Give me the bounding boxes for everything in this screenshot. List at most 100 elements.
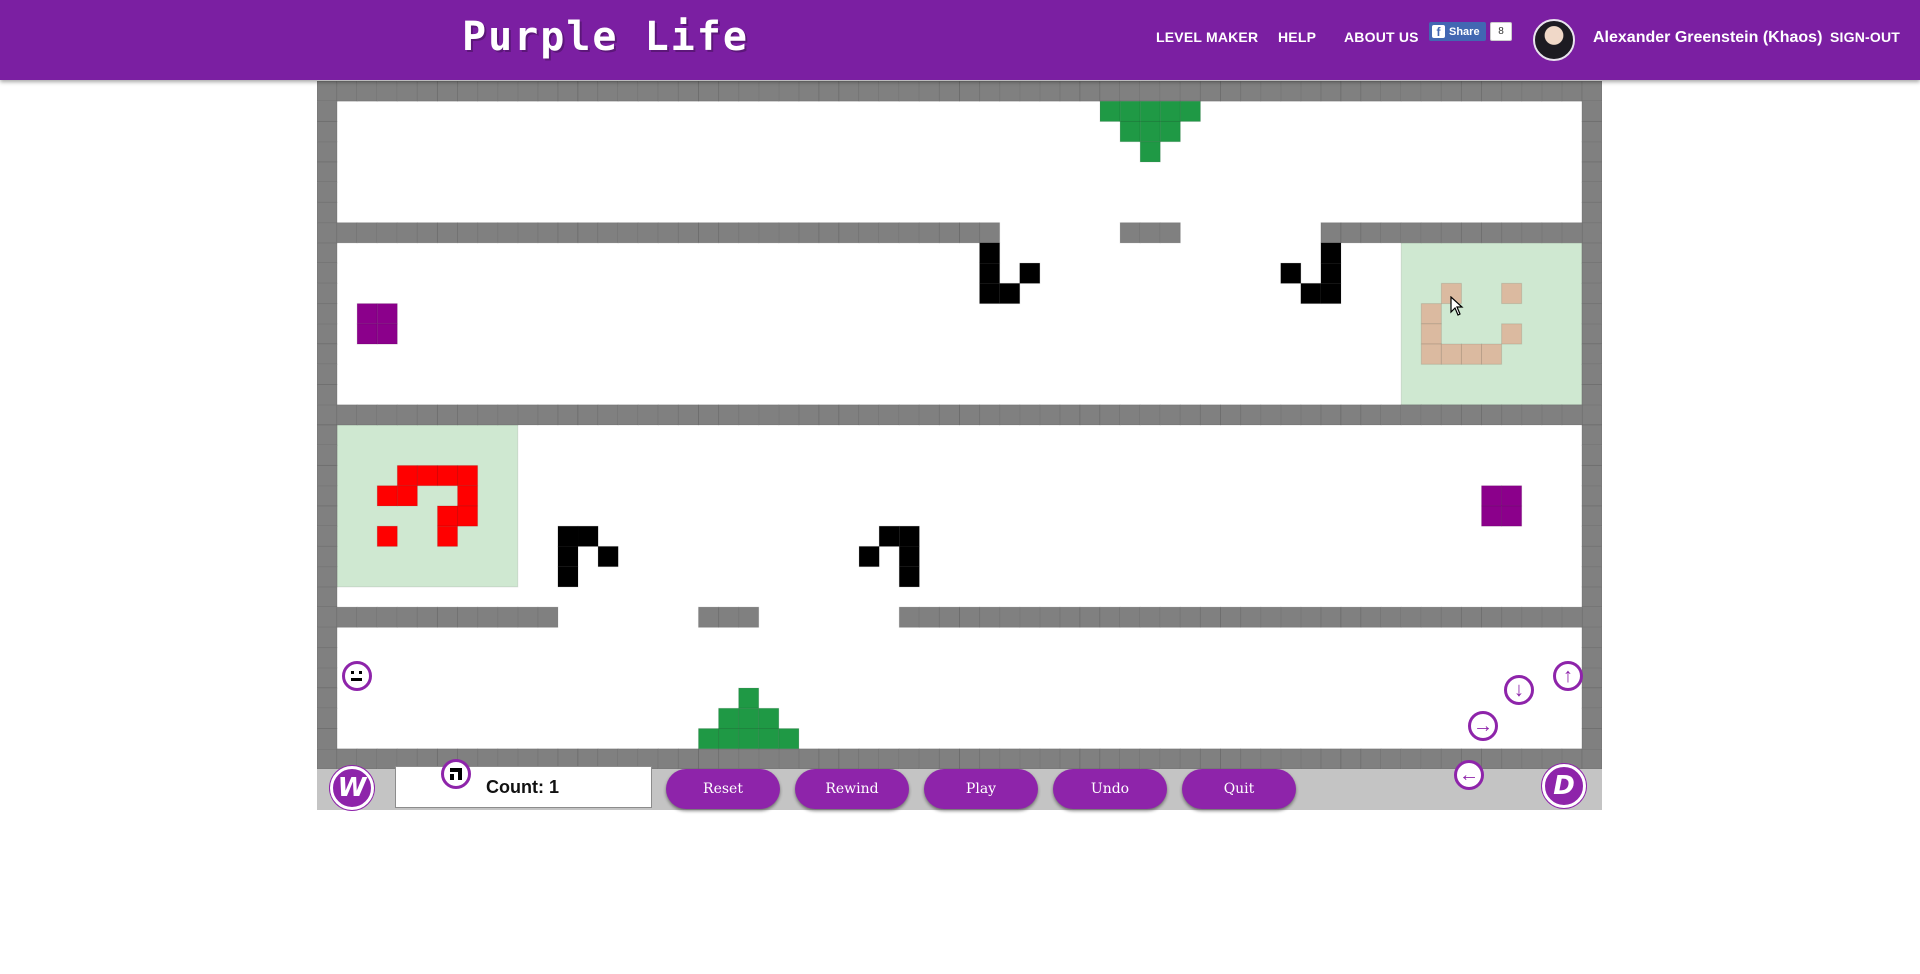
sign-out-link[interactable]: SIGN-OUT	[1830, 29, 1900, 45]
target-red-cell	[396, 464, 418, 487]
live-cell	[979, 242, 1001, 264]
wall-cell	[1440, 606, 1462, 628]
live-cell	[1019, 262, 1041, 284]
live-cell	[898, 525, 920, 547]
wall-cell	[376, 222, 398, 244]
wall-cell	[1139, 222, 1161, 244]
game-grid[interactable]	[317, 81, 1602, 769]
wall-cell	[396, 81, 418, 102]
wall-cell	[317, 161, 338, 183]
wall-cell	[1400, 404, 1422, 426]
wall-cell	[798, 748, 820, 769]
player-block	[1501, 485, 1523, 507]
wall-cell	[878, 222, 900, 244]
wall-cell	[718, 222, 740, 244]
wall-cell	[1581, 687, 1602, 709]
arrow-down-button[interactable]: ↓	[1504, 675, 1534, 705]
wall-cell	[1019, 81, 1041, 102]
user-name[interactable]: Alexander Greenstein (Khaos)	[1593, 29, 1822, 47]
wall-cell	[738, 404, 760, 426]
wall-cell	[1340, 81, 1362, 102]
nav-about-us[interactable]: ABOUT US	[1344, 29, 1419, 45]
direction-d-button[interactable]: D	[1542, 764, 1586, 808]
rewind-button[interactable]: Rewind	[795, 769, 909, 809]
nav-level-maker[interactable]: LEVEL MAKER	[1156, 29, 1258, 45]
counter-token-icon[interactable]	[441, 759, 471, 789]
target-red-cell	[457, 505, 479, 527]
arrow-down-icon: ↓	[1514, 679, 1524, 701]
wall-cell	[1240, 404, 1262, 426]
nav-help[interactable]: HELP	[1278, 29, 1316, 45]
wall-cell	[577, 81, 599, 102]
wall-cell	[818, 222, 840, 244]
wall-cell	[376, 404, 398, 426]
wall-cell	[758, 748, 780, 769]
wall-cell	[1581, 363, 1602, 386]
wall-cell	[1039, 748, 1061, 769]
wall-cell	[317, 707, 338, 730]
wall-cell	[1199, 404, 1222, 426]
arrow-left-button[interactable]: ←	[1454, 760, 1484, 790]
wall-cell	[878, 404, 900, 426]
wall-cell	[477, 81, 499, 102]
wall-cell	[517, 606, 539, 628]
arrow-right-button[interactable]: →	[1468, 711, 1498, 741]
wall-cell	[317, 626, 338, 649]
wall-cell	[918, 606, 940, 628]
target-tan-cell	[1440, 343, 1462, 365]
face-token-icon[interactable]	[342, 661, 372, 691]
green-spawner-bottom-cell	[697, 728, 720, 750]
site-logo[interactable]: Purple Life	[462, 14, 749, 60]
wall-cell	[958, 222, 981, 244]
wall-cell	[1280, 748, 1302, 769]
reset-button[interactable]: Reset	[666, 769, 780, 809]
wall-cell	[436, 81, 459, 102]
wall-cell	[1581, 545, 1602, 568]
wall-cell	[1340, 404, 1362, 426]
wall-cell	[1581, 728, 1602, 750]
wall-cell	[317, 100, 338, 122]
wall-cell	[858, 222, 880, 244]
wall-cell	[457, 81, 479, 102]
wall-cell	[1541, 81, 1563, 102]
wall-cell	[718, 748, 740, 769]
avatar[interactable]	[1533, 19, 1575, 61]
step-counter: Count: 1	[395, 759, 652, 808]
wall-cell	[778, 748, 800, 769]
wall-cell	[1340, 222, 1362, 244]
wall-cell	[858, 404, 880, 426]
wall-cell	[898, 404, 920, 426]
wall-cell	[999, 606, 1021, 628]
undo-button[interactable]: Undo	[1053, 769, 1167, 809]
player-block	[1481, 505, 1503, 527]
top-navbar: Purple Life LEVEL MAKER HELP ABOUT US f …	[0, 0, 1920, 80]
wall-cell	[317, 545, 338, 568]
wall-cell	[697, 748, 720, 769]
wall-cell	[1260, 606, 1282, 628]
live-cell	[999, 282, 1021, 305]
wall-cell	[537, 81, 559, 102]
wall-cell	[317, 525, 338, 547]
wall-cell	[577, 404, 599, 426]
wall-cell	[898, 748, 920, 769]
wall-cell	[697, 606, 720, 628]
play-button[interactable]: Play	[924, 769, 1038, 809]
wall-cell	[317, 323, 338, 345]
wall-cell	[918, 222, 940, 244]
target-red-cell	[376, 525, 398, 547]
wall-cell	[416, 222, 438, 244]
wall-cell	[436, 404, 459, 426]
wall-cell	[1039, 81, 1061, 102]
wall-cell	[1501, 222, 1523, 244]
quit-button[interactable]: Quit	[1182, 769, 1296, 809]
wall-cell	[1501, 606, 1523, 628]
wall-cell	[317, 201, 338, 224]
wall-cell	[1581, 505, 1602, 527]
wall-cell	[1440, 81, 1462, 102]
direction-w-button[interactable]: W	[330, 766, 374, 810]
wall-cell	[1481, 222, 1503, 244]
facebook-share-button[interactable]: f Share	[1429, 22, 1486, 41]
arrow-up-button[interactable]: ↑	[1553, 661, 1583, 691]
wall-cell	[1159, 222, 1181, 244]
wall-cell	[1521, 81, 1543, 102]
